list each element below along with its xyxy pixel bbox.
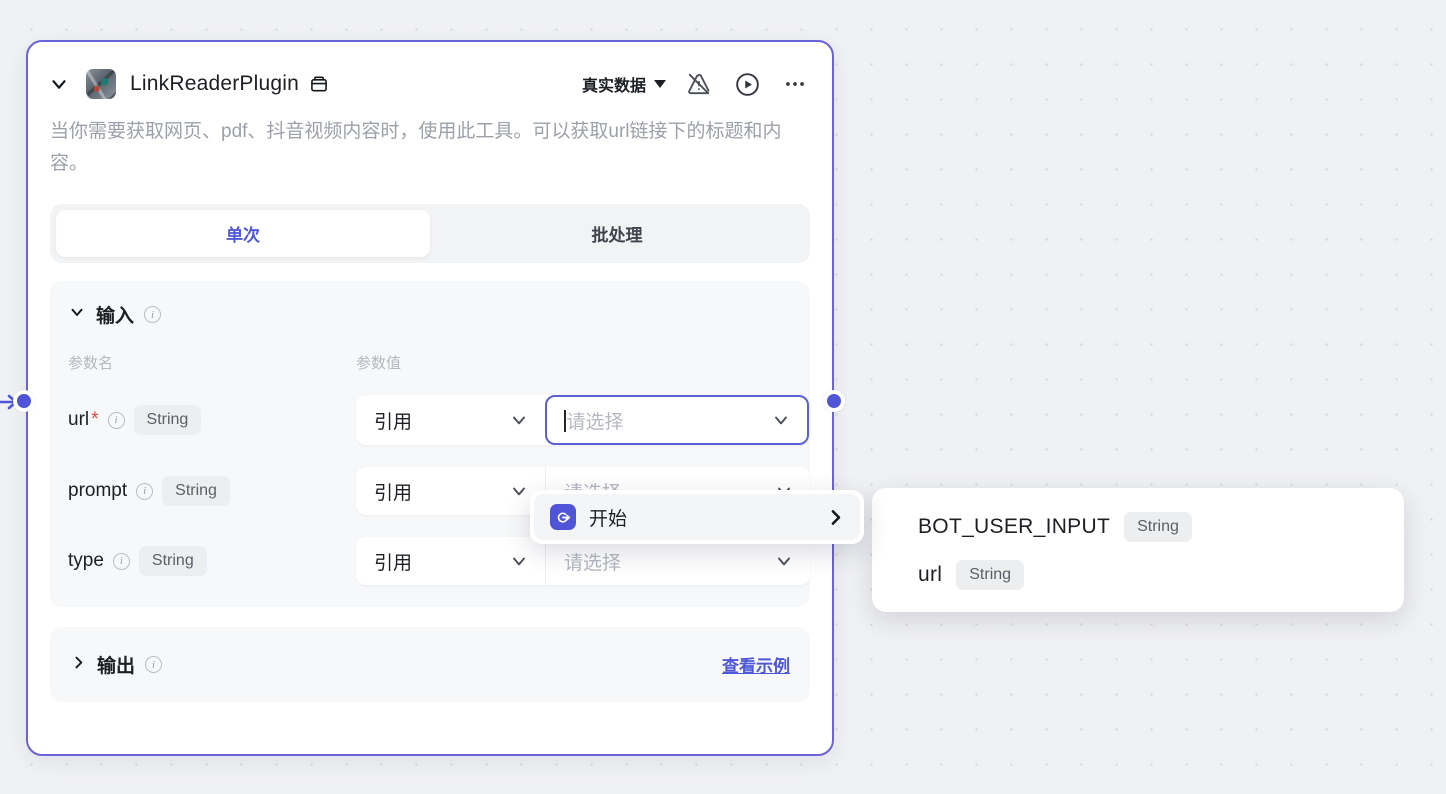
list-item-label: 开始 xyxy=(589,508,628,530)
input-column-headers: 参数名 参数值 xyxy=(68,352,792,373)
chevron-down-icon xyxy=(654,80,666,88)
list-item[interactable]: url String xyxy=(918,560,1404,590)
param-name-cell: url * i String xyxy=(68,405,356,435)
column-header-param-name: 参数名 xyxy=(68,355,114,372)
param-value-controls: 引用 请选择 xyxy=(356,395,809,445)
plugin-node-card[interactable]: LinkReaderPlugin 真实数据 当你需要获取网页、pdf、抖音视频内… xyxy=(0,40,845,756)
param-mode-select[interactable]: 引用 xyxy=(356,467,546,515)
param-value-placeholder: 请选择 xyxy=(566,411,624,433)
output-connection-port[interactable] xyxy=(823,390,845,412)
data-mode-label: 真实数据 xyxy=(581,78,646,95)
param-mode-select[interactable]: 引用 xyxy=(356,396,546,444)
output-section: 输出 i 查看示例 xyxy=(50,627,810,702)
info-icon[interactable]: i xyxy=(136,482,154,500)
info-icon[interactable]: i xyxy=(145,656,163,673)
param-name: prompt xyxy=(68,480,128,501)
list-item[interactable]: 开始 xyxy=(534,494,860,540)
param-value-controls: 引用 请选择 xyxy=(356,537,810,585)
param-mode-value: 引用 xyxy=(374,411,413,433)
variable-name: BOT_USER_INPUT xyxy=(918,515,1111,538)
page-title: LinkReaderPlugin xyxy=(130,72,299,95)
chevron-down-icon xyxy=(68,303,86,326)
input-section-header[interactable]: 输入 i xyxy=(68,301,792,328)
required-marker: * xyxy=(91,409,99,430)
input-section: 输入 i 参数名 参数值 url * i String 引用 请选择 promp… xyxy=(50,281,810,607)
plugin-box-icon xyxy=(309,74,329,94)
mode-tabs: 单次 批处理 xyxy=(50,204,810,263)
info-icon[interactable]: i xyxy=(107,411,125,429)
chevron-down-icon xyxy=(509,410,529,430)
warning-slash-icon[interactable] xyxy=(684,69,714,99)
list-item[interactable]: BOT_USER_INPUT String xyxy=(918,512,1404,542)
node-header: LinkReaderPlugin 真实数据 xyxy=(28,56,832,112)
table-row: url * i String 引用 请选择 xyxy=(68,395,809,445)
chevron-down-icon xyxy=(509,551,529,571)
output-section-header[interactable]: 输出 i xyxy=(70,651,163,678)
param-mode-value: 引用 xyxy=(374,552,413,574)
plugin-avatar-image xyxy=(86,69,116,99)
more-dots-icon[interactable] xyxy=(780,69,810,99)
param-value-placeholder-wrap: 请选择 xyxy=(564,407,624,434)
param-type-badge: String xyxy=(138,546,207,576)
node-description: 当你需要获取网页、pdf、抖音视频内容时，使用此工具。可以获取url链接下的标题… xyxy=(50,121,782,174)
chevron-down-icon xyxy=(509,481,529,501)
param-value-select[interactable]: 请选择 xyxy=(546,537,810,585)
collapse-node-chevron-down-icon[interactable] xyxy=(46,71,72,97)
input-connection-port[interactable] xyxy=(13,390,35,412)
chevron-right-icon[interactable] xyxy=(825,507,846,528)
view-example-link[interactable]: 查看示例 xyxy=(722,652,790,677)
variable-name: url xyxy=(918,563,943,586)
chevron-right-icon xyxy=(70,654,87,676)
info-icon[interactable]: i xyxy=(112,552,130,570)
play-circle-icon[interactable] xyxy=(732,69,762,99)
variable-submenu-panel: BOT_USER_INPUT String url String xyxy=(872,488,1404,612)
output-section-title: 输出 xyxy=(97,656,136,677)
info-icon[interactable]: i xyxy=(144,306,162,323)
param-name: type xyxy=(68,550,104,571)
variable-type-badge: String xyxy=(1124,512,1192,542)
param-mode-select[interactable]: 引用 xyxy=(356,537,546,585)
param-type-badge: String xyxy=(133,405,202,435)
chevron-down-icon xyxy=(771,410,791,430)
table-row: type i String 引用 请选择 xyxy=(68,537,810,585)
tab-batch[interactable]: 批处理 xyxy=(430,210,804,257)
data-mode-dropdown[interactable]: 真实数据 xyxy=(582,72,666,96)
param-mode-value: 引用 xyxy=(374,482,413,504)
param-value-select[interactable]: 请选择 xyxy=(545,395,809,445)
tab-single[interactable]: 单次 xyxy=(56,210,430,257)
variable-type-badge: String xyxy=(956,560,1025,590)
text-cursor xyxy=(564,409,566,432)
value-source-dropdown-menu: 开始 xyxy=(530,490,864,544)
param-type-badge: String xyxy=(162,476,230,506)
param-value-placeholder: 请选择 xyxy=(564,552,622,574)
param-name-cell: type i String xyxy=(68,546,356,576)
param-name: url xyxy=(68,409,90,430)
column-header-param-value: 参数值 xyxy=(356,355,402,372)
start-node-icon xyxy=(550,504,576,530)
input-section-title: 输入 xyxy=(96,306,135,327)
chevron-down-icon xyxy=(774,551,794,571)
param-name-cell: prompt i String xyxy=(68,476,356,506)
